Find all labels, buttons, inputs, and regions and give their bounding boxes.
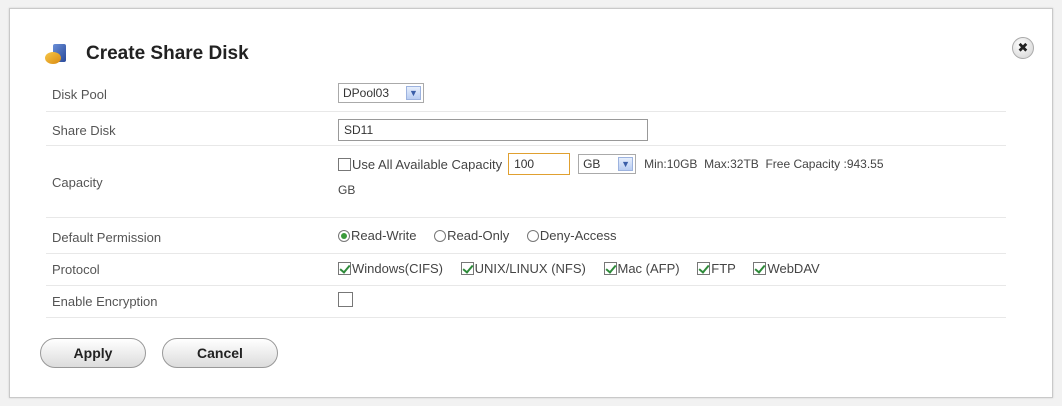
share-disk-icon — [45, 44, 66, 64]
protocol-webdav-option[interactable]: WebDAV — [753, 261, 820, 276]
share-disk-label: Share Disk — [52, 123, 116, 138]
permission-read-only-option[interactable]: Read-Only — [434, 228, 509, 243]
radio-deny-access[interactable] — [526, 229, 539, 242]
use-all-capacity-label: Use All Available Capacity — [352, 156, 503, 172]
radio-deny-access-label: Deny-Access — [539, 228, 617, 243]
default-permission-row: Default Permission Read-Write Read-Only … — [46, 217, 1006, 254]
share-disk-input[interactable]: SD11 — [338, 119, 648, 141]
capacity-label: Capacity — [52, 175, 103, 190]
protocol-row: Protocol Windows(CIFS) UNIX/LINUX (NFS) … — [46, 253, 1006, 286]
checkbox-ftp-label: FTP — [711, 261, 736, 276]
disk-pool-row: Disk Pool DPool03 ▼ — [46, 75, 1006, 112]
chevron-down-icon: ▼ — [406, 86, 421, 100]
apply-button[interactable]: Apply — [40, 338, 146, 368]
disk-pool-label: Disk Pool — [52, 87, 107, 102]
permission-deny-access-option[interactable]: Deny-Access — [526, 228, 617, 243]
protocol-label: Protocol — [52, 262, 100, 277]
permission-read-write-option[interactable]: Read-Write — [338, 228, 417, 243]
disk-pool-select[interactable]: DPool03 ▼ — [338, 83, 424, 103]
encryption-label: Enable Encryption — [52, 294, 158, 309]
protocol-afp-option[interactable]: Mac (AFP) — [603, 261, 680, 276]
checkbox-cifs-label: Windows(CIFS) — [352, 261, 444, 276]
radio-read-only-label: Read-Only — [447, 228, 510, 243]
checkbox-afp[interactable] — [603, 262, 617, 275]
checkbox-cifs[interactable] — [338, 262, 351, 275]
capacity-info: Min:10GB Max:32TB Free Capacity :943.55 — [644, 157, 884, 171]
capacity-unit-value: GB — [583, 157, 601, 171]
protocol-nfs-option[interactable]: UNIX/LINUX (NFS) — [460, 261, 586, 276]
checkbox-webdav-label: WebDAV — [767, 261, 820, 276]
radio-read-only[interactable] — [434, 229, 447, 242]
checkbox-afp-label: Mac (AFP) — [617, 261, 680, 276]
checkbox-webdav[interactable] — [753, 262, 767, 275]
encryption-row: Enable Encryption — [46, 285, 1006, 318]
disk-pool-value: DPool03 — [343, 86, 390, 100]
radio-read-write[interactable] — [338, 229, 350, 242]
checkbox-nfs[interactable] — [460, 262, 474, 275]
close-button[interactable]: ✖ — [1012, 37, 1034, 59]
chevron-down-icon: ▼ — [618, 157, 634, 171]
checkbox-nfs-label: UNIX/LINUX (NFS) — [474, 261, 586, 276]
share-disk-row: Share Disk SD11 — [46, 111, 1006, 146]
capacity-amount-input[interactable]: 100 — [508, 153, 571, 175]
encryption-checkbox[interactable] — [338, 292, 353, 307]
protocol-cifs-option[interactable]: Windows(CIFS) — [338, 261, 443, 276]
close-icon: ✖ — [1017, 40, 1029, 55]
capacity-row: Capacity Use All Available Capacity 100 … — [46, 145, 1006, 218]
capacity-unit-select[interactable]: GB ▼ — [578, 154, 637, 174]
use-all-capacity-checkbox[interactable] — [338, 157, 351, 171]
protocol-ftp-option[interactable]: FTP — [697, 261, 736, 276]
capacity-info-continued: GB — [338, 183, 356, 197]
create-share-disk-dialog: Create Share Disk ✖ Disk Pool DPool03 ▼ … — [9, 8, 1053, 398]
cancel-button[interactable]: Cancel — [162, 338, 278, 368]
checkbox-ftp[interactable] — [697, 262, 711, 275]
dialog-header: Create Share Disk — [44, 39, 249, 69]
radio-read-write-label: Read-Write — [351, 228, 417, 243]
default-permission-label: Default Permission — [52, 230, 162, 245]
dialog-title: Create Share Disk — [86, 43, 249, 64]
